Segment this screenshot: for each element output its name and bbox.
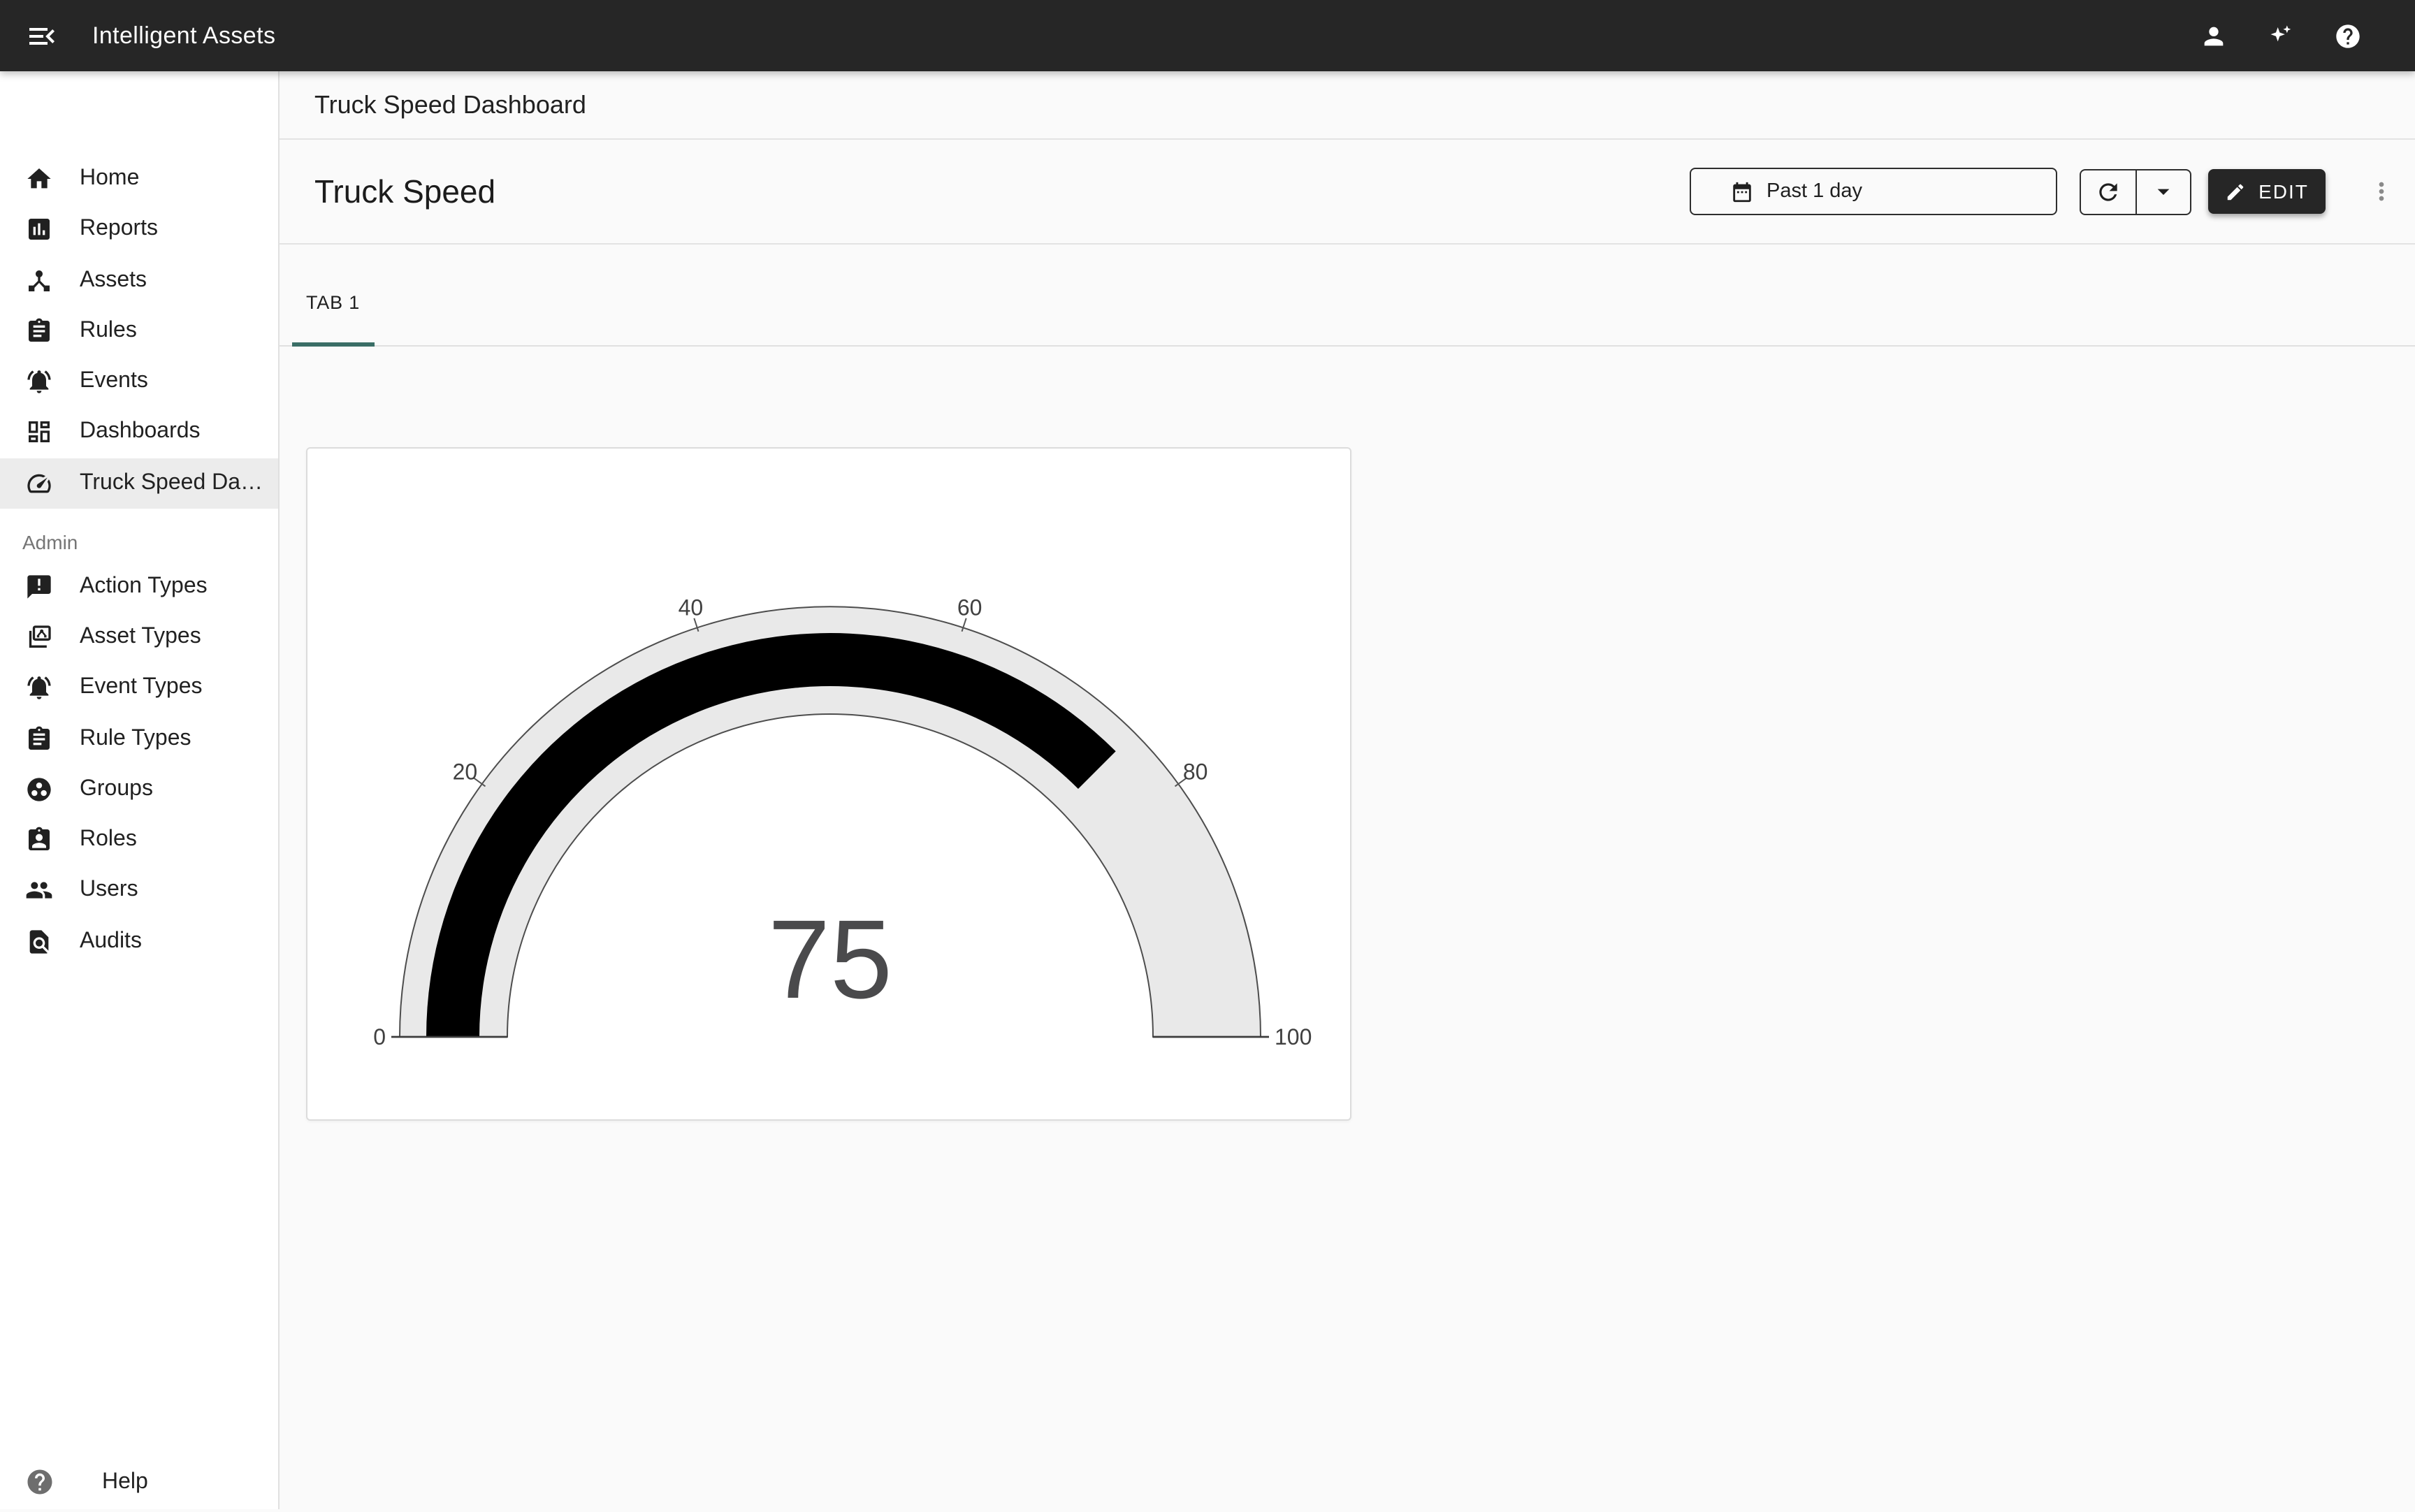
refresh-icon xyxy=(2095,178,2122,205)
sidebar-item-label: Asset Types xyxy=(80,625,212,650)
sidebar-item-audits[interactable]: Audits xyxy=(0,916,278,967)
truck-speed-gauge-chart: 20 40 60 80 0 100 75 xyxy=(307,449,1347,1117)
sidebar-item-label: Help xyxy=(102,1469,148,1495)
doc-search-icon xyxy=(25,927,53,955)
sidebar-nav: Home Reports Assets Rules Events Dashboa… xyxy=(0,71,278,967)
sidebar-item-event-types[interactable]: Event Types xyxy=(0,663,278,714)
tab-label: TAB 1 xyxy=(306,291,360,312)
sidebar-item-label: Event Types xyxy=(80,676,214,701)
sidebar-section-admin: Admin xyxy=(22,531,278,553)
dashboard-toolbar: Truck Speed Past 1 day EDIT xyxy=(280,140,2415,245)
sidebar-item-events[interactable]: Events xyxy=(0,356,278,407)
date-range-button[interactable]: Past 1 day xyxy=(1690,168,2057,215)
refresh-button[interactable] xyxy=(2081,170,2135,213)
sidebar-item-assets[interactable]: Assets xyxy=(0,255,278,306)
sidebar-item-groups[interactable]: Groups xyxy=(0,764,278,815)
dashboard-canvas: 20 40 60 80 0 100 75 xyxy=(280,347,2415,1512)
sidebar-item-dashboards[interactable]: Dashboards xyxy=(0,407,278,458)
bell-icon xyxy=(25,368,53,395)
sidebar-item-label: Roles xyxy=(80,827,148,852)
sidebar-item-help[interactable]: Help xyxy=(0,1456,278,1508)
speedometer-icon xyxy=(25,469,53,497)
bar-chart-icon xyxy=(25,216,53,244)
edit-button-label: EDIT xyxy=(2258,180,2309,203)
pencil-icon xyxy=(2225,181,2246,202)
sidebar-item-truck-speed-dashboard[interactable]: Truck Speed Das… xyxy=(0,458,278,509)
page-title: Truck Speed xyxy=(314,173,495,210)
more-options-icon[interactable] xyxy=(2367,177,2395,205)
refresh-split-button xyxy=(2080,168,2191,215)
sidebar-item-users[interactable]: Users xyxy=(0,866,278,917)
sidebar-item-asset-types[interactable]: Asset Types xyxy=(0,612,278,663)
bell-icon xyxy=(25,674,53,702)
role-badge-icon xyxy=(25,826,53,854)
application-window: Intelligent Assets Home Reports xyxy=(0,0,2415,1509)
home-icon xyxy=(25,165,53,193)
calendar-icon xyxy=(1730,180,1754,203)
svg-text:80: 80 xyxy=(1183,759,1208,784)
main-content: Truck Speed Dashboard Truck Speed Past 1… xyxy=(280,71,2415,1509)
svg-text:40: 40 xyxy=(679,595,704,620)
menu-open-icon[interactable] xyxy=(25,19,59,52)
sidebar-item-label: Reports xyxy=(80,217,169,242)
sidebar-item-label: Users xyxy=(80,878,150,903)
sidebar-item-label: Groups xyxy=(80,777,164,802)
sidebar-item-label: Action Types xyxy=(80,574,219,599)
person-icon[interactable] xyxy=(2200,22,2228,50)
refresh-options-button[interactable] xyxy=(2135,170,2190,213)
sidebar-item-label: Rule Types xyxy=(80,726,203,751)
breadcrumb: Truck Speed Dashboard xyxy=(314,90,586,119)
sidebar-item-roles[interactable]: Roles xyxy=(0,815,278,866)
svg-text:20: 20 xyxy=(453,759,478,784)
sparkle-icon[interactable] xyxy=(2267,22,2295,50)
media-frames-icon xyxy=(25,623,53,651)
breadcrumb-bar: Truck Speed Dashboard xyxy=(280,71,2415,140)
sidebar: Home Reports Assets Rules Events Dashboa… xyxy=(0,71,280,1509)
sidebar-item-rules[interactable]: Rules xyxy=(0,306,278,357)
group-work-icon xyxy=(25,776,53,804)
device-hub-icon xyxy=(25,266,53,294)
sidebar-item-home[interactable]: Home xyxy=(0,154,278,205)
sidebar-item-label: Truck Speed Das… xyxy=(80,470,278,495)
app-bar-actions xyxy=(2200,22,2415,50)
svg-text:0: 0 xyxy=(373,1024,386,1049)
svg-text:100: 100 xyxy=(1275,1024,1312,1049)
sidebar-item-action-types[interactable]: Action Types xyxy=(0,562,278,613)
sidebar-item-label: Assets xyxy=(80,268,158,293)
sidebar-item-label: Events xyxy=(80,369,159,394)
sidebar-item-rule-types[interactable]: Rule Types xyxy=(0,713,278,764)
toolbar-actions: Past 1 day EDIT xyxy=(1690,168,2415,215)
sidebar-item-label: Rules xyxy=(80,319,148,344)
edit-button[interactable]: EDIT xyxy=(2208,169,2326,214)
sidebar-item-label: Dashboards xyxy=(80,420,212,445)
app-title: Intelligent Assets xyxy=(92,22,275,50)
sidebar-item-label: Audits xyxy=(80,929,153,954)
clipboard-icon xyxy=(25,317,53,345)
gauge-widget-card: 20 40 60 80 0 100 75 xyxy=(306,447,1351,1121)
svg-text:75: 75 xyxy=(768,896,892,1022)
clipboard-icon xyxy=(25,725,53,753)
help-circle-icon xyxy=(25,1467,55,1497)
announcement-icon xyxy=(25,573,53,601)
dashboard-grid-icon xyxy=(25,419,53,446)
help-icon[interactable] xyxy=(2334,22,2362,50)
tab-1[interactable]: TAB 1 xyxy=(292,245,374,345)
chevron-down-icon xyxy=(2149,177,2177,205)
sidebar-item-label: Home xyxy=(80,166,150,191)
tab-bar: TAB 1 xyxy=(280,245,2415,347)
sidebar-item-reports[interactable]: Reports xyxy=(0,205,278,256)
users-icon xyxy=(25,877,53,905)
app-bar: Intelligent Assets xyxy=(0,0,2415,71)
svg-text:60: 60 xyxy=(957,595,982,620)
date-range-label: Past 1 day xyxy=(1767,180,1862,203)
